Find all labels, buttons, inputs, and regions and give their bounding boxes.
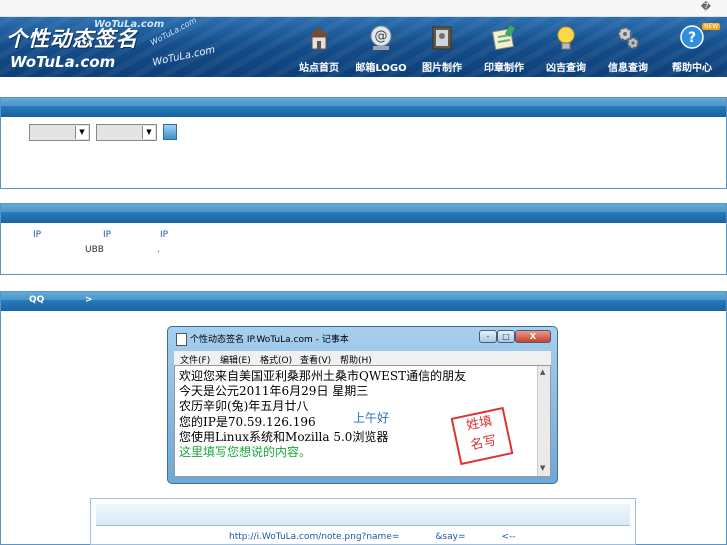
top-strip: � bbox=[0, 0, 727, 17]
scroll-up-icon[interactable]: ▲ bbox=[540, 368, 545, 376]
top-glyph: � bbox=[700, 2, 711, 13]
signature-url[interactable]: http://i.WoTuLa.com/note.png?name= &say= <… bbox=[229, 532, 516, 542]
chevron-down-icon: ▼ bbox=[75, 126, 88, 139]
help-question-icon: ? bbox=[680, 25, 704, 49]
notepad-title: 个性动态签名 IP.WoTuLa.com - 记事本 bbox=[190, 335, 349, 345]
notepad-titlebar: 个性动态签名 IP.WoTuLa.com - 记事本 bbox=[176, 332, 476, 348]
minimize-icon[interactable]: - bbox=[479, 330, 497, 343]
name-seal: 姓填 名写 bbox=[450, 406, 514, 466]
panel-header: QQ > bbox=[1, 292, 726, 311]
seal-stamp-icon bbox=[492, 25, 516, 51]
new-badge: NEW bbox=[702, 23, 721, 30]
nav-home[interactable]: 站点首页 bbox=[289, 17, 349, 77]
time-greeting: 上午好 bbox=[353, 411, 390, 425]
ip-link-3[interactable]: IP bbox=[160, 230, 168, 240]
nav-label: 站点首页 bbox=[299, 63, 339, 74]
select-dropdown-1[interactable]: ▼ bbox=[29, 124, 90, 141]
at-sign-icon: @ bbox=[370, 25, 392, 50]
arrow-hint: <-- bbox=[501, 532, 516, 542]
maximize-icon[interactable]: □ bbox=[497, 330, 515, 343]
notepad-app-icon bbox=[176, 333, 187, 346]
submit-button[interactable] bbox=[163, 124, 177, 140]
chevron-down-icon: ▼ bbox=[142, 126, 155, 139]
nav-email-logo[interactable]: @ 邮箱LOGO bbox=[351, 17, 411, 77]
panel-query bbox=[0, 97, 727, 189]
nav-help-center[interactable]: ? NEW 帮助中心 bbox=[662, 17, 722, 77]
nav-label: 信息查询 bbox=[608, 63, 648, 74]
nav-info-query[interactable]: 信息查询 bbox=[598, 17, 658, 77]
notepad-preview: 个性动态签名 IP.WoTuLa.com - 记事本 - □ X 文件(F) 编… bbox=[167, 326, 558, 484]
close-icon[interactable]: X bbox=[515, 330, 551, 343]
logo-watermark-1: WoTuLa.com bbox=[94, 19, 165, 30]
panel-header bbox=[1, 204, 726, 223]
ip-link-2[interactable]: IP bbox=[103, 230, 111, 240]
panel-header bbox=[1, 98, 726, 117]
note-dot: . bbox=[157, 245, 160, 255]
custom-message-line: 这里填写您想说的内容。 bbox=[179, 445, 312, 459]
notepad-menubar: 文件(F) 编辑(E) 格式(O) 查看(V) 帮助(H) bbox=[174, 351, 551, 366]
ubb-note: UBB bbox=[85, 245, 104, 255]
logo-english: WoTuLa.com bbox=[10, 53, 116, 71]
scroll-down-icon[interactable]: ▼ bbox=[540, 464, 545, 472]
select-dropdown-2[interactable]: ▼ bbox=[96, 124, 157, 141]
svg-text:?: ? bbox=[688, 30, 696, 46]
panel-title-arrow: > bbox=[85, 295, 93, 305]
gears-icon bbox=[618, 27, 639, 49]
picture-frame-icon bbox=[432, 26, 452, 50]
ip-link-1[interactable]: IP bbox=[33, 230, 41, 240]
house-icon bbox=[309, 27, 329, 50]
nav-label: 邮箱LOGO bbox=[355, 63, 407, 74]
nav-label: 帮助中心 bbox=[672, 63, 712, 74]
nav-label: 凶吉查询 bbox=[546, 63, 586, 74]
code-box-header bbox=[96, 504, 630, 526]
scrollbar[interactable]: ▲ ▼ bbox=[537, 366, 550, 476]
nav-fortune-query[interactable]: 凶吉查询 bbox=[536, 17, 596, 77]
panel-title-qq: QQ bbox=[29, 295, 45, 305]
lunar-date-line: 农历辛卯(兔)年五月廿八 bbox=[179, 399, 309, 413]
lightbulb-icon bbox=[557, 26, 575, 50]
nav-label: 图片制作 bbox=[422, 63, 462, 74]
nav-seal-maker[interactable]: 印章制作 bbox=[474, 17, 534, 77]
svg-text:@: @ bbox=[375, 29, 388, 44]
notepad-text-area[interactable]: 欢迎您来自美国亚利桑那州土桑市QWEST通信的朋友 今天是公元2011年6月29… bbox=[174, 365, 551, 477]
code-box: http://i.WoTuLa.com/note.png?name= &say= <… bbox=[90, 498, 636, 545]
nav-label: 印章制作 bbox=[484, 63, 524, 74]
nav-image-maker[interactable]: 图片制作 bbox=[412, 17, 472, 77]
